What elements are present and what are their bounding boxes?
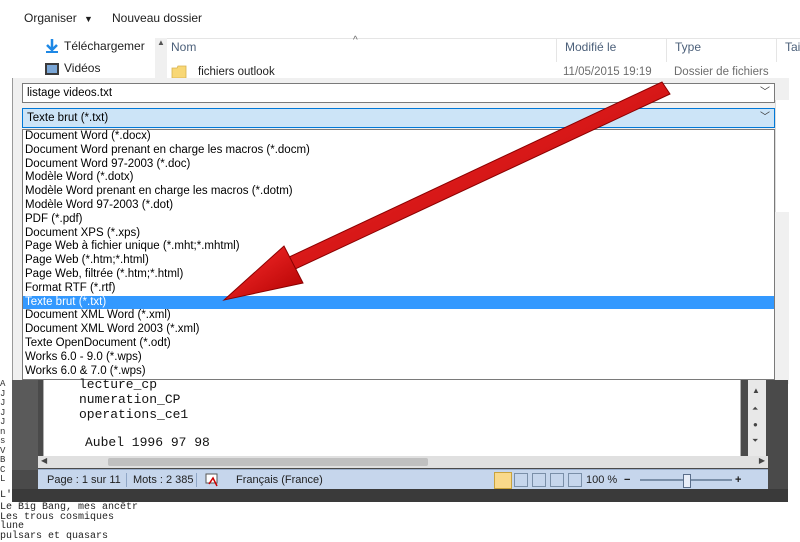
outline-view-button[interactable] (550, 473, 564, 487)
file-type-option[interactable]: Document XML Word (*.xml) (23, 309, 774, 323)
video-folder-icon (45, 63, 59, 75)
organize-button[interactable]: Organiser ▼ (24, 11, 93, 25)
zoom-level[interactable]: 100 % (586, 470, 617, 490)
column-header-type[interactable]: Type (667, 38, 777, 62)
document-vertical-scrollbar[interactable]: ▲ ⏶ ● ⏷ (748, 380, 766, 456)
filename-input[interactable]: listage videos.txt ﹀ (22, 83, 775, 103)
nav-item-label: Vidéos (64, 61, 101, 75)
file-type-option[interactable]: Page Web à fichier unique (*.mht;*.mhtml… (23, 240, 774, 254)
file-type-option-selected[interactable]: Texte brut (*.txt) (23, 295, 774, 310)
file-type-option[interactable]: Page Web (*.htm;*.html) (23, 254, 774, 268)
navigation-pane: Téléchargemer Vidéos (10, 38, 155, 82)
scroll-thumb[interactable] (108, 458, 428, 466)
prev-page-icon[interactable]: ⏶ (752, 404, 758, 414)
column-header-modified[interactable]: Modifié le (557, 38, 667, 62)
new-folder-button[interactable]: Nouveau dossier (112, 11, 202, 25)
column-label: Modifié le (565, 40, 617, 54)
nav-item-downloads[interactable]: Téléchargemer (10, 38, 155, 58)
download-arrow-icon (46, 39, 58, 53)
column-label: Tai (785, 40, 800, 54)
explorer-toolbar: Organiser ▼ Nouveau dossier (10, 0, 800, 39)
word-left-margin (12, 380, 38, 470)
file-type-option[interactable]: PDF (*.pdf) (23, 213, 774, 227)
language-indicator[interactable]: Français (France) (236, 470, 323, 490)
status-separator (126, 473, 127, 487)
file-type-option[interactable]: Modèle Word 97-2003 (*.dot) (23, 199, 774, 213)
file-type-option[interactable]: Modèle Word prenant en charge les macros… (23, 185, 774, 199)
column-header-name[interactable]: Nom ^ (163, 35, 557, 62)
dialog-right-edge (775, 100, 800, 212)
scroll-up-icon[interactable]: ▲ (752, 386, 760, 395)
web-layout-view-button[interactable] (532, 473, 546, 487)
doc-line: numeration_CP (79, 392, 181, 407)
status-separator (196, 473, 197, 487)
word-bottom-frame (12, 489, 788, 502)
print-layout-view-button[interactable] (494, 472, 512, 489)
left-edge-fragments: A J J J J n s V B C L (0, 380, 10, 490)
sort-up-icon: ^ (353, 35, 358, 46)
zoom-out-button[interactable]: − (624, 470, 630, 490)
column-label: Nom (171, 40, 197, 54)
next-page-icon[interactable]: ⏷ (752, 436, 758, 446)
word-count[interactable]: Mots : 2 385 (133, 470, 194, 490)
file-type-option[interactable]: Page Web, filtrée (*.htm;*.html) (23, 268, 774, 282)
file-type-option[interactable]: Texte OpenDocument (*.odt) (23, 337, 774, 351)
chevron-down-icon[interactable]: ﹀ (760, 84, 770, 102)
nav-item-videos[interactable]: Vidéos (10, 60, 155, 80)
proofing-icon[interactable] (205, 473, 221, 487)
organize-label: Organiser (24, 11, 77, 25)
full-screen-view-button[interactable] (514, 473, 528, 487)
file-type-option[interactable]: Document Word prenant en charge les macr… (23, 144, 774, 158)
file-type-dropdown-list: Document Word (*.docx) Document Word pre… (22, 129, 775, 380)
doc-line: operations_ce1 (79, 407, 189, 422)
document-horizontal-scrollbar[interactable]: ◀ ▶ (38, 456, 768, 468)
browse-object-icon[interactable]: ● (753, 420, 758, 429)
chevron-down-icon[interactable]: ﹀ (760, 109, 770, 127)
filename-value: listage videos.txt (27, 87, 113, 99)
file-type-option[interactable]: Document Word 97-2003 (*.doc) (23, 158, 774, 172)
column-label: Type (675, 40, 702, 54)
bg-text-line-5: pulsars et quasars (0, 531, 109, 542)
file-type-option[interactable]: Document XML Word 2003 (*.xml) (23, 323, 774, 337)
doc-line: Aubel 1996 97 98 (85, 435, 210, 450)
file-type-option[interactable]: Document Word (*.docx) (23, 130, 774, 144)
word-status-bar: Page : 1 sur 11 Mots : 2 385 Français (F… (38, 469, 768, 490)
file-type-option[interactable]: Format RTF (*.rtf) (23, 282, 774, 296)
nav-item-label: Téléchargemer (64, 39, 145, 53)
zoom-in-button[interactable]: + (735, 470, 741, 490)
zoom-slider-thumb[interactable] (683, 474, 691, 488)
file-type-option[interactable]: Works 6.0 - 9.0 (*.wps) (23, 351, 774, 365)
scroll-right-icon[interactable]: ▶ (759, 456, 765, 465)
file-type-value: Texte brut (*.txt) (27, 112, 109, 124)
column-header-size[interactable]: Tai (777, 38, 800, 62)
page-count[interactable]: Page : 1 sur 11 (47, 470, 121, 490)
folder-icon (171, 65, 187, 79)
caret-down-icon: ▼ (84, 14, 93, 24)
file-type-option[interactable]: Modèle Word (*.dotx) (23, 171, 774, 185)
file-type-option[interactable]: Document XPS (*.xps) (23, 227, 774, 241)
file-type-select[interactable]: Texte brut (*.txt) ﹀ (22, 108, 775, 128)
draft-view-button[interactable] (568, 473, 582, 487)
doc-line: lecture_cp (79, 377, 158, 392)
scroll-left-icon[interactable]: ◀ (41, 456, 47, 465)
frag: L (0, 474, 6, 484)
zoom-slider[interactable] (640, 474, 732, 488)
